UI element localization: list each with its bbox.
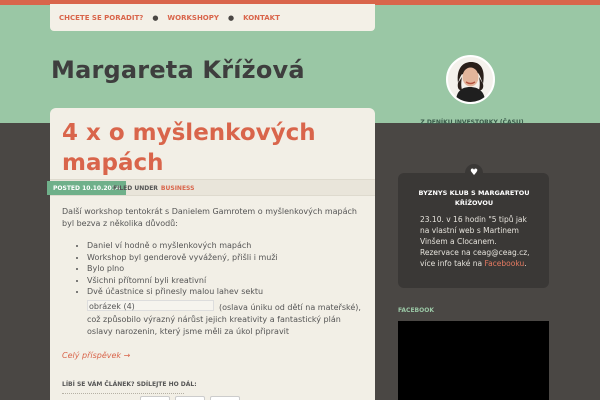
widget-text: 23.10. v 16 hodin "5 tipů jak na vlastní…	[420, 214, 534, 269]
post-body: Další workshop tentokrát s Danielem Gamr…	[62, 206, 362, 298]
list-item: Všichni přítomní byli kreativní	[87, 275, 362, 287]
facebook-widget-title: FACEBOOK	[398, 307, 434, 314]
avatar[interactable]	[446, 55, 495, 104]
widget-title: BYZNYS KLUB S MARGARETOU KŘÍŽOVOU	[418, 189, 530, 207]
share-divider	[62, 393, 184, 394]
list-item: Bylo plno	[87, 263, 362, 275]
nav-item-contact[interactable]: KONTAKT	[243, 14, 280, 22]
heart-icon: ♥	[465, 164, 483, 182]
top-nav: CHCETE SE PORADIT? ● WORKSHOPY ● KONTAKT	[50, 4, 375, 31]
list-item: Workshop byl genderově vyvážený, přišli …	[87, 252, 362, 264]
post-meta-bar: POSTED 10.10.2014 FILED UNDER BUSINESS	[47, 179, 375, 196]
facebook-embed[interactable]	[398, 321, 549, 400]
nav-separator: ●	[227, 13, 235, 22]
facebook-link[interactable]: Facebooku	[484, 259, 524, 268]
list-item: Daniel ví hodně o myšlenkových mapách	[87, 240, 362, 252]
nav-item-consult[interactable]: CHCETE SE PORADIT?	[59, 14, 143, 22]
list-item: Dvě účastnice si přinesly malou lahev se…	[87, 286, 362, 298]
filed-under: FILED UNDER BUSINESS	[113, 180, 194, 196]
widget-text-end: .	[524, 259, 527, 268]
share-button[interactable]	[210, 396, 240, 400]
avatar-portrait-icon	[448, 57, 493, 102]
category-link[interactable]: BUSINESS	[161, 185, 195, 192]
nav-separator: ●	[152, 13, 159, 22]
share-button[interactable]	[175, 396, 205, 400]
posted-label: POSTED	[53, 184, 80, 192]
post-intro: Další workshop tentokrát s Danielem Gamr…	[62, 207, 357, 228]
filed-label: FILED UNDER	[113, 184, 158, 192]
site-title[interactable]: Margareta Křížová	[51, 56, 305, 84]
read-more-link[interactable]: Celý příspěvek →	[62, 351, 130, 360]
share-label: LÍBÍ SE VÁM ČLÁNEK? SDÍLEJTE HO DÁL:	[62, 381, 197, 388]
post-text-after-image: (oslava úniku od dětí na mateřské), což …	[87, 303, 361, 336]
post-title[interactable]: 4 x o myšlenkových mapách	[62, 118, 362, 178]
site-tagline: Z DENÍKU INVESTORKY (ČASU)	[420, 119, 524, 126]
post-bullet-list: Daniel ví hodně o myšlenkových mapách Wo…	[87, 240, 362, 298]
share-button[interactable]	[140, 396, 170, 400]
nav-item-workshops[interactable]: WORKSHOPY	[167, 14, 219, 22]
share-buttons	[140, 396, 240, 400]
